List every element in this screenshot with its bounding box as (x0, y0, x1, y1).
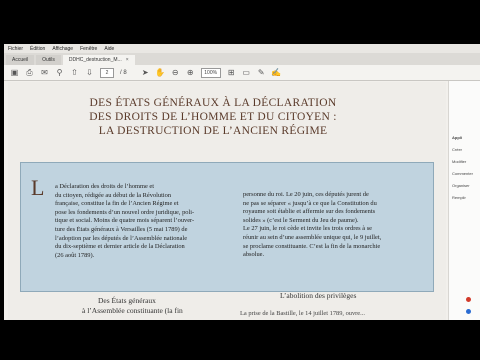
title-line-3: LA DESTRUCTION DE L’ANCIEN RÉGIME (98, 125, 328, 137)
pen-icon[interactable]: ✎ (257, 68, 266, 77)
document-view[interactable]: DES ÉTATS GÉNÉRAUX À LA DÉCLARATION DES … (8, 82, 446, 320)
subheading-right: L’abolition des privilèges (280, 291, 357, 300)
col2-line: royaume soit établie et affermie sur des… (243, 208, 376, 216)
zoom-out-icon[interactable]: ⊖ (171, 68, 180, 77)
sign-icon[interactable]: ✍ (271, 68, 281, 77)
print-icon[interactable]: ⎙ (25, 68, 34, 77)
col1-line: ture des États généraux à Versailles (5 … (55, 225, 188, 233)
col2-line: absolue. (243, 251, 265, 259)
toolbar: ▣ ⎙ ✉ ⚲ ⇧ ⇩ 2 / 8 ➤ ✋ ⊖ ⊕ 100% ⊞ ▭ ✎ ✍ (4, 65, 480, 81)
tool-edit[interactable]: Modifier (452, 159, 466, 164)
col2-line: personne du roi. Le 20 juin, ces députés… (243, 191, 369, 198)
col1-line: (26 août 1789). (55, 251, 95, 259)
tab-bar: Accueil Outils DDHC_destruction_M... × (4, 53, 480, 65)
col1-line: du citoyen, rédigée au début de la Révol… (55, 191, 172, 199)
col2-line: se proclame constituante. C’est la fin d… (243, 242, 381, 250)
intro-column-right: personne du roi. Le 20 juin, ces députés… (243, 191, 421, 260)
col2-line: réunir au sein d’une assemblée unique qu… (243, 233, 382, 241)
col2-line: Le 27 juin, le roi cède et invite les tr… (243, 225, 373, 233)
tool-create[interactable]: Créer (452, 147, 462, 152)
tool-comment[interactable]: Commenter (452, 171, 473, 176)
zoom-level-select[interactable]: 100% (200, 67, 221, 78)
menu-affichage[interactable]: Affichage (52, 46, 73, 52)
col2-line: solides » (c’est le Serment du Jeu de pa… (243, 216, 359, 224)
col1-line: pose les fondements d’un nouvel ordre ju… (55, 208, 195, 216)
tab-outils[interactable]: Outils (36, 55, 61, 65)
tab-accueil-label: Accueil (12, 57, 29, 63)
subheading-left-1: Des États généraux (98, 296, 156, 305)
page-up-icon[interactable]: ⇧ (70, 68, 79, 77)
page-number-field[interactable]: 2 (100, 67, 114, 78)
col1-line: du dix-septième et dernier article de la… (55, 243, 185, 251)
page-title: DES ÉTATS GÉNÉRAUX À LA DÉCLARATION DES … (48, 96, 378, 138)
tab-document-label: DDHC_destruction_M... (68, 57, 122, 63)
menu-bar: Fichier Édition Affichage Fenêtre Aide (4, 44, 480, 53)
screen: Fichier Édition Affichage Fenêtre Aide A… (4, 44, 480, 320)
col1-line: a Déclaration des droits de l’homme et (55, 183, 155, 190)
page-down-icon[interactable]: ⇩ (85, 68, 94, 77)
right-panel-label: Appli (452, 135, 462, 140)
col1-line: tique et social. Moins de quatre mois sé… (55, 217, 195, 225)
search-icon[interactable]: ⚲ (55, 68, 64, 77)
col1-line: française, constitue la fin de l’Ancien … (55, 200, 179, 208)
col2-line: ne pas se séparer « jusqu’à ce que la Co… (243, 199, 377, 207)
title-line-1: DES ÉTATS GÉNÉRAUX À LA DÉCLARATION (89, 97, 337, 109)
tab-document[interactable]: DDHC_destruction_M... × (62, 55, 135, 65)
col1-line: l’adoption par les députés de l’Assemblé… (55, 234, 188, 242)
menu-fenetre[interactable]: Fenêtre (80, 46, 97, 52)
tab-outils-label: Outils (42, 57, 55, 63)
select-cursor-icon[interactable]: ➤ (141, 68, 150, 77)
intro-column-left: a Déclaration des droits de l’homme et d… (55, 183, 225, 260)
comment-icon[interactable]: ▭ (242, 68, 251, 77)
menu-fichier[interactable]: Fichier (8, 46, 23, 52)
subheading-left-2: à l’Assemblée constituante (la fin (82, 306, 183, 315)
drop-cap: L (31, 175, 45, 200)
close-tab-icon[interactable]: × (126, 57, 129, 63)
page-total: / 8 (120, 69, 127, 76)
email-icon[interactable]: ✉ (40, 68, 49, 77)
intro-box: L a Déclaration des droits de l’homme et… (20, 162, 434, 292)
fit-page-icon[interactable]: ⊞ (227, 68, 236, 77)
tool-fill[interactable]: Remplir (452, 195, 466, 200)
bottom-right-text: La prise de la Bastille, le 14 juillet 1… (240, 310, 365, 317)
right-tools-panel: Appli Créer Modifier Commenter Organiser… (448, 81, 480, 320)
tool-blue-icon[interactable] (466, 309, 471, 314)
save-icon[interactable]: ▣ (10, 68, 19, 77)
menu-edition[interactable]: Édition (30, 46, 45, 52)
tab-accueil[interactable]: Accueil (6, 55, 35, 65)
zoom-in-icon[interactable]: ⊕ (186, 68, 195, 77)
tool-organize[interactable]: Organiser (452, 183, 470, 188)
menu-aide[interactable]: Aide (104, 46, 114, 52)
tool-red-icon[interactable] (466, 297, 471, 302)
hand-tool-icon[interactable]: ✋ (155, 68, 165, 77)
title-line-2: DES DROITS DE L’HOMME ET DU CITOYEN : (89, 111, 337, 123)
